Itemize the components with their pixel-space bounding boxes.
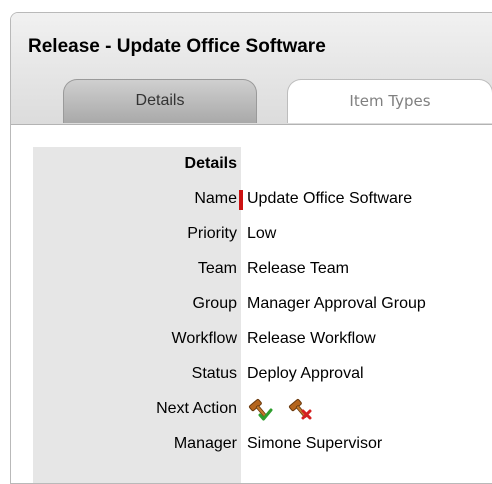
field-label-workflow: Workflow <box>171 330 238 347</box>
page-title: Release - Update Office Software <box>28 36 326 57</box>
field-value-workflow: Release Workflow <box>247 330 376 347</box>
field-value-team: Release Team <box>247 260 349 277</box>
field-value-group: Manager Approval Group <box>247 295 426 312</box>
details-section-header: Details <box>11 147 492 181</box>
field-value-priority: Low <box>247 225 277 242</box>
section-title: Details <box>184 155 237 172</box>
field-label-group: Group <box>192 295 237 312</box>
reject-icon[interactable] <box>287 396 313 422</box>
field-label-team: Team <box>197 260 237 277</box>
field-value-manager: Simone Supervisor <box>247 435 383 452</box>
panel-header: Release - Update Office Software Details… <box>11 13 492 125</box>
field-row-name: Name Update Office Software <box>11 182 492 216</box>
field-row-workflow: Workflow Release Workflow <box>11 322 492 356</box>
field-label-manager: Manager <box>173 435 237 452</box>
required-marker <box>239 190 243 210</box>
field-value-status: Deploy Approval <box>247 365 364 382</box>
field-label-name: Name <box>194 190 237 207</box>
field-row-next-action: Next Action <box>11 392 492 426</box>
tab-details[interactable]: Details <box>63 79 257 123</box>
field-row-team: Team Release Team <box>11 252 492 286</box>
field-label-next-action: Next Action <box>156 400 237 417</box>
field-row-status: Status Deploy Approval <box>11 357 492 391</box>
approve-icon[interactable] <box>247 396 273 422</box>
field-row-manager: Manager Simone Supervisor <box>11 427 492 461</box>
tab-item-types[interactable]: Item Types <box>287 79 492 123</box>
details-body: Details Name Update Office Software Prio… <box>11 125 492 483</box>
field-row-group: Group Manager Approval Group <box>11 287 492 321</box>
field-label-status: Status <box>191 365 237 382</box>
release-panel: Release - Update Office Software Details… <box>10 12 492 484</box>
field-label-priority: Priority <box>187 225 237 242</box>
field-value-name: Update Office Software <box>247 190 413 207</box>
field-row-priority: Priority Low <box>11 217 492 251</box>
